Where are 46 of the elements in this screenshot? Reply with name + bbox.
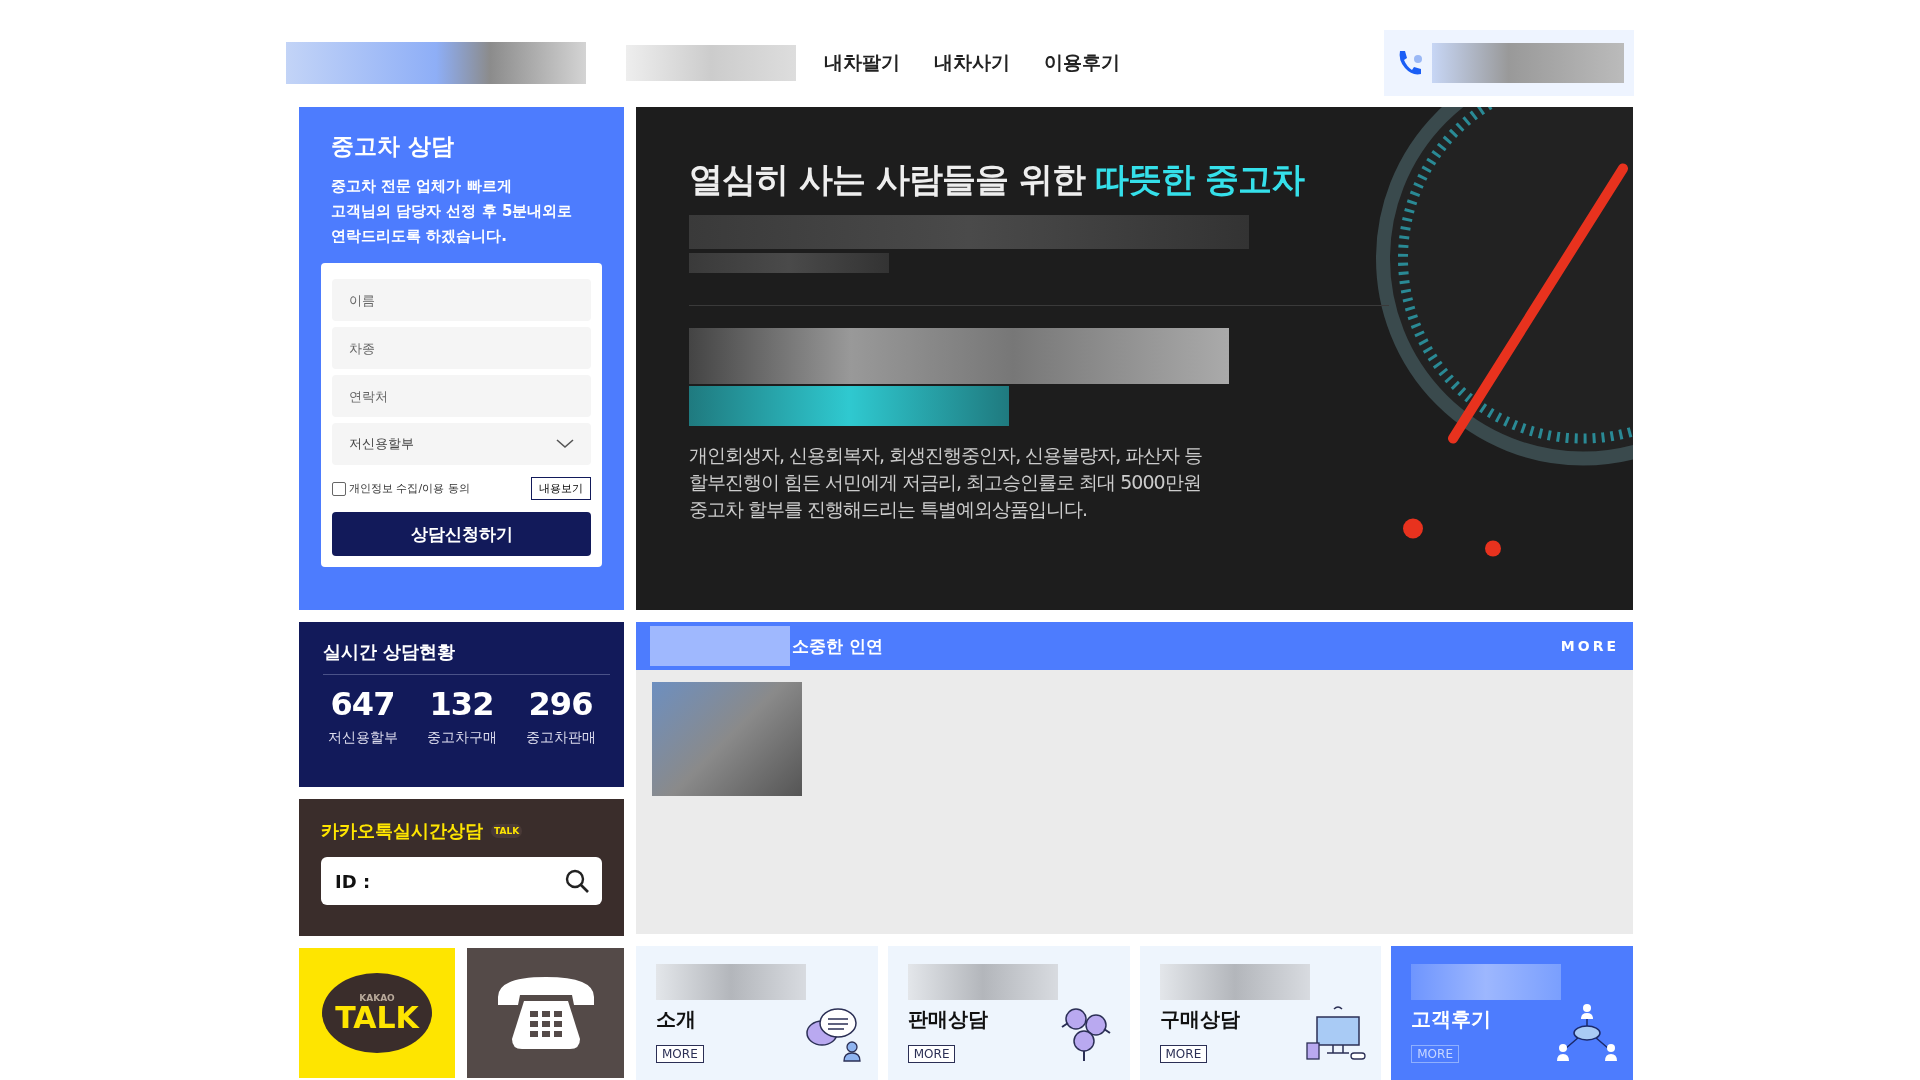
agree-label: 개인정보 수집/이용 동의 (349, 481, 470, 496)
input-field[interactable]: 이름 (332, 279, 591, 321)
nav-link[interactable]: 내차팔기 (824, 50, 900, 76)
input-field[interactable]: 연락처 (332, 375, 591, 417)
more-button[interactable]: MORE (907, 1045, 956, 1063)
card-title: 소개 (656, 1006, 696, 1033)
card-title: 구매상담 (1159, 1006, 1240, 1033)
kakao-title: 카카오톡실시간상담 (321, 819, 483, 843)
phone-tile[interactable] (467, 948, 624, 1078)
stat-label: 중고차판매 (525, 729, 596, 747)
speech-bubble-logo: KAKAO TALK (322, 973, 432, 1053)
nav-link[interactable]: 내차사기 (934, 50, 1010, 76)
menu-card[interactable]: 판매상담 MORE (887, 946, 1130, 1080)
view-terms-button[interactable]: 내용보기 (531, 477, 591, 500)
more-button[interactable]: MORE (656, 1045, 704, 1063)
kakao-talk-tile[interactable]: KAKAO TALK (299, 948, 455, 1078)
menu-card[interactable]: 소개 MORE (636, 946, 878, 1080)
phone-panel[interactable] (1384, 30, 1634, 96)
chevron-down-icon (556, 439, 574, 449)
more-button[interactable]: MORE (1159, 1045, 1208, 1063)
talk-badge: TALK (491, 824, 523, 838)
menu-card[interactable]: 구매상담 MORE (1139, 946, 1382, 1080)
stat-value: 647 (330, 685, 395, 723)
stat-label: 중고차구매 (426, 729, 497, 747)
menu-card[interactable]: 고객후기 MORE (1391, 946, 1633, 1080)
card-title: 고객후기 (1411, 1006, 1492, 1033)
people-network-icon (1555, 1003, 1619, 1063)
select-field[interactable]: 저신용할부 (332, 423, 591, 465)
consult-description: 중고차 전문 업체가 빠르게 고객님의 담당자 선정 후 5분내외로 연락드리도록 하겠습니다. (331, 176, 574, 247)
consult-title: 중고차 상담 (331, 132, 455, 161)
computer-icon (1303, 1003, 1368, 1063)
card-title: 판매상담 (907, 1006, 988, 1033)
gallery-title: 소중한 인연 (792, 634, 883, 658)
stat-value: 296 (528, 685, 593, 723)
stats-title: 실시간 상담현황 (323, 640, 610, 675)
stat-value: 132 (429, 685, 494, 723)
stat-label: 저신용할부 (327, 729, 398, 747)
input-field[interactable]: 차종 (332, 327, 591, 369)
banner-description: 개인회생자, 신용회복자, 회생진행중인자, 신용불량자, 파산자 등 할부진행이 힘든 서민에게 저금리, 최고승인률로 최대 5000만원 중고차 할부를 진행해드리는 특별예외상품입니다. (689, 443, 1204, 522)
submit-button[interactable]: 상담신청하기 (332, 512, 591, 556)
search-icon (564, 868, 590, 894)
more-link[interactable]: MORE (1560, 638, 1619, 654)
search-field[interactable]: ID : (321, 857, 602, 905)
banner-headline: 열심히 사는 사람들을 위한 따뜻한 중고차 (689, 158, 1306, 201)
checkbox[interactable] (332, 481, 346, 496)
nav-link[interactable]: 이용후기 (1044, 50, 1120, 76)
